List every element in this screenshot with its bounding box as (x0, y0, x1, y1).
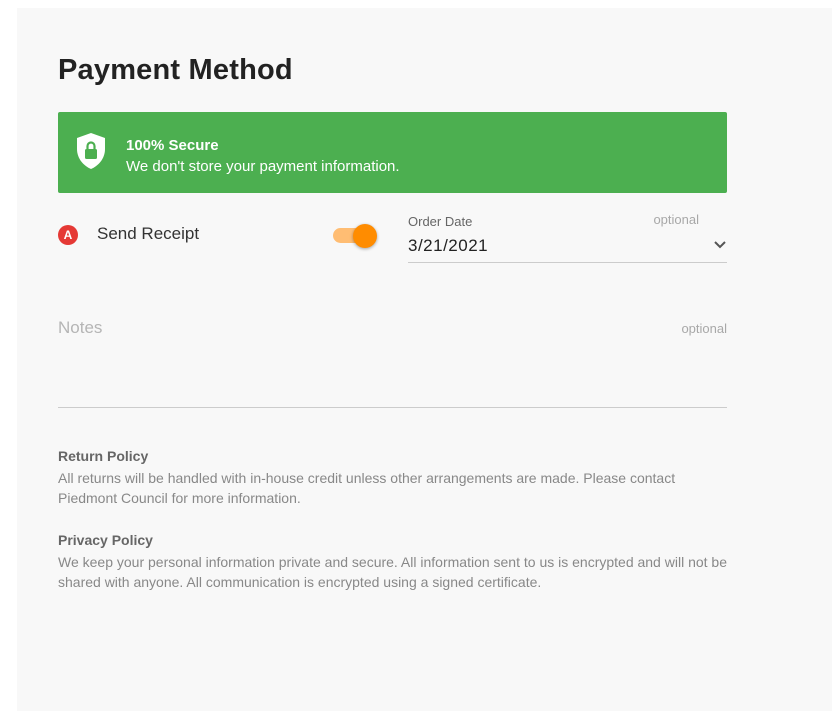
order-date-field[interactable]: Order Date optional 3/21/2021 (408, 212, 727, 263)
notes-input[interactable] (58, 313, 731, 411)
send-receipt-label: Send Receipt (97, 224, 200, 243)
page-title: Payment Method (58, 54, 293, 86)
order-date-optional: optional (653, 212, 699, 227)
receipt-badge: A (58, 225, 78, 245)
chevron-down-icon[interactable] (713, 238, 727, 252)
privacy-policy-title: Privacy Policy (58, 532, 153, 548)
privacy-policy-text: We keep your personal information privat… (58, 554, 727, 590)
toggle-thumb (353, 224, 377, 248)
shield-lock-icon (75, 132, 107, 170)
secure-banner: 100% Secure We don't store your payment … (58, 112, 727, 193)
payment-panel: Payment Method 100% Secure We don't stor… (17, 8, 832, 711)
order-date-value[interactable]: 3/21/2021 (408, 236, 488, 256)
secure-title: 100% Secure (126, 137, 219, 154)
order-date-label: Order Date (408, 214, 473, 229)
return-policy-title: Return Policy (58, 448, 149, 464)
return-policy-text: All returns will be handled with in-hous… (58, 470, 676, 506)
send-receipt-toggle[interactable] (333, 222, 379, 248)
notes-field[interactable]: Notes optional (58, 313, 731, 411)
secure-subtitle: We don't store your payment information. (126, 158, 400, 175)
